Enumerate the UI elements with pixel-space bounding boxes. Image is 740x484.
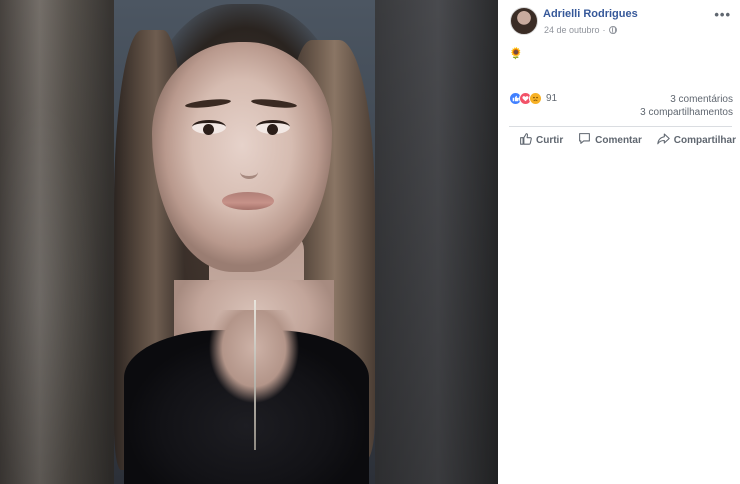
thumbs-up-icon [519,132,532,148]
photo-necklace [254,300,256,450]
comment-button[interactable]: Comentar [578,131,642,149]
author-name[interactable]: Adrielli Rodrigues [543,8,638,20]
avatar[interactable] [510,7,538,35]
share-arrow-icon [657,132,670,148]
photo-lips [222,192,274,210]
divider [509,126,732,127]
post-meta: 24 de outubro · [544,25,617,35]
photo-eye-left [192,120,226,135]
post-photo[interactable] [114,0,375,484]
share-button[interactable]: Compartilhar [657,131,736,149]
sad-reaction-icon [529,92,542,105]
like-button[interactable]: Curtir [519,131,563,149]
globe-icon[interactable] [608,26,617,34]
share-label: Compartilhar [673,134,736,146]
post-panel: Adrielli Rodrigues 24 de outubro · ••• 🌻… [498,0,740,484]
action-bar: Curtir Comentar Compartilhar [509,131,736,149]
photo-nose [240,165,258,179]
more-options-button[interactable]: ••• [714,7,731,22]
speech-bubble-icon [578,132,591,148]
comments-count-link[interactable]: 3 comentários [670,94,733,105]
reactions-summary[interactable]: 91 [509,92,557,105]
meta-separator: · [602,25,606,35]
comment-label: Comentar [595,134,642,146]
photo-eye-right [256,120,290,135]
post-text: 🌻 [509,48,523,60]
reaction-count[interactable]: 91 [546,93,557,104]
like-label: Curtir [536,134,564,146]
post-date[interactable]: 24 de outubro [544,25,600,35]
photo-viewer[interactable] [0,0,498,484]
shares-count-link[interactable]: 3 compartilhamentos [640,107,733,118]
